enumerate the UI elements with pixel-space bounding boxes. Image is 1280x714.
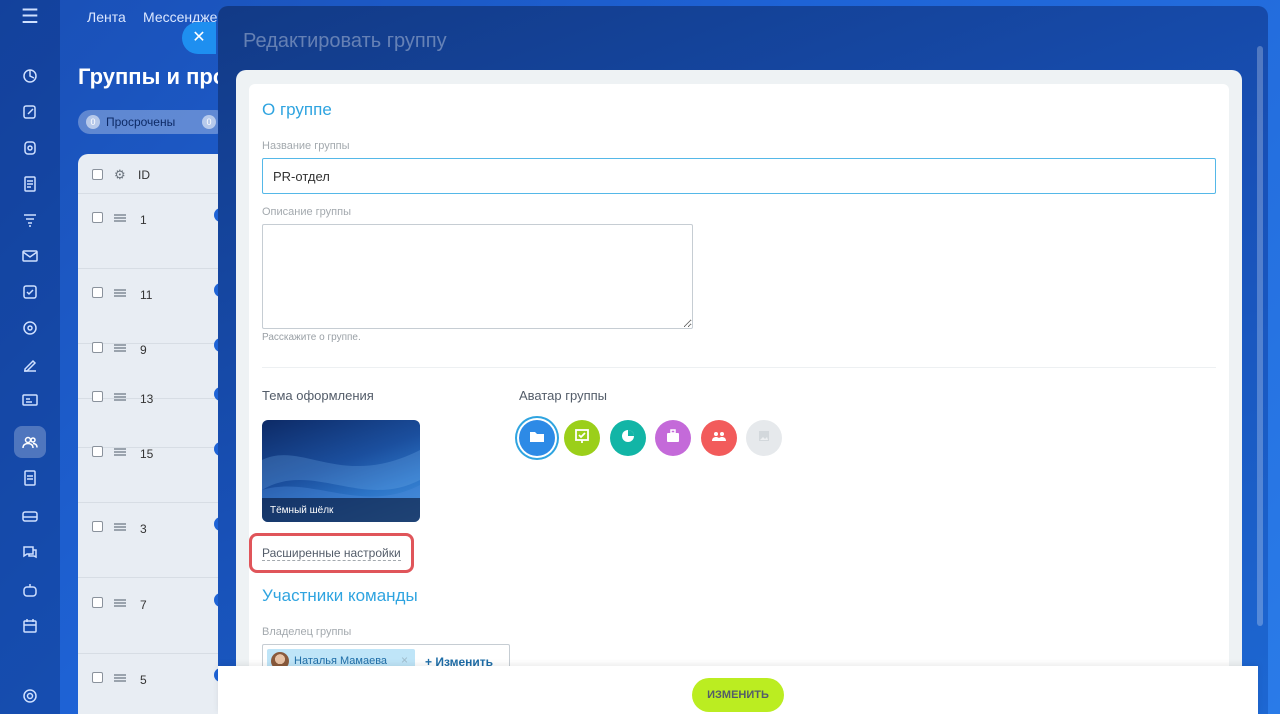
close-slider-button[interactable]: ✕: [182, 22, 216, 54]
row-id: 7: [140, 598, 147, 612]
row-divider: [78, 653, 238, 654]
row-menu-icon[interactable]: [114, 289, 126, 297]
remove-owner-icon[interactable]: ×: [401, 653, 408, 667]
sidebar-item-edit-icon[interactable]: [14, 96, 46, 128]
briefcase-icon: [664, 427, 682, 450]
owner-label: Владелец группы: [262, 626, 352, 638]
group-name-label: Название группы: [262, 140, 350, 152]
people-icon: [710, 427, 728, 450]
row-checkbox[interactable]: [92, 597, 103, 608]
row-divider: [78, 577, 238, 578]
row-id: 3: [140, 522, 147, 536]
hamburger-menu-icon[interactable]: ☰: [18, 7, 42, 27]
row-menu-icon[interactable]: [114, 674, 126, 682]
row-id: 13: [140, 392, 154, 406]
avatar-option-pie[interactable]: [610, 420, 646, 456]
group-description-textarea[interactable]: [262, 224, 693, 329]
pie-chart-icon: [619, 427, 637, 450]
theme-name: Тёмный шёлк: [262, 498, 420, 522]
sidebar-item-card-icon[interactable]: [14, 384, 46, 416]
sidebar-item-robot-icon[interactable]: [14, 574, 46, 606]
sidebar-item-sign-icon[interactable]: [14, 348, 46, 380]
page-title: Группы и про: [78, 64, 227, 89]
avatar-option-board[interactable]: [564, 420, 600, 456]
top-nav-feed[interactable]: Лента: [87, 9, 126, 25]
second-count: 0: [202, 115, 216, 129]
image-icon: [755, 427, 773, 450]
row-divider: [78, 502, 238, 503]
row-menu-icon[interactable]: [114, 523, 126, 531]
slider-scrollbar[interactable]: [1257, 6, 1265, 656]
sidebar-item-drive-icon[interactable]: [14, 132, 46, 164]
table-header: ⚙ ID: [78, 154, 238, 194]
sidebar-item-funnel-icon[interactable]: [14, 204, 46, 236]
sidebar-item-feed-icon[interactable]: [14, 60, 46, 92]
sidebar-settings-icon[interactable]: [14, 680, 46, 712]
row-menu-icon[interactable]: [114, 448, 126, 456]
group-form: О группе Название группы Описание группы…: [249, 84, 1229, 678]
sidebar-item-docs-icon[interactable]: [14, 168, 46, 200]
section-divider: [262, 367, 1216, 368]
sidebar-item-calendar-icon[interactable]: [14, 610, 46, 642]
sidebar-item-chat-icon[interactable]: [14, 536, 46, 568]
theme-label: Тема оформления: [262, 388, 374, 403]
row-checkbox[interactable]: [92, 287, 103, 298]
group-name-input[interactable]: [262, 158, 1216, 194]
avatar-option-folder[interactable]: [519, 420, 555, 456]
form-container: О группе Название группы Описание группы…: [236, 70, 1242, 678]
avatar-option-upload[interactable]: [746, 420, 782, 456]
slider-footer: ИЗМЕНИТЬ: [218, 666, 1258, 714]
about-heading: О группе: [262, 100, 332, 119]
row-divider: [78, 268, 238, 269]
select-all-checkbox[interactable]: [92, 169, 103, 180]
sidebar-item-tasks-icon[interactable]: [14, 276, 46, 308]
sidebar-item-inbox-icon[interactable]: [14, 500, 46, 532]
groups-table: ⚙ ID 1 11 9 13 15 3 7 5: [78, 154, 238, 714]
overdue-label: Просрочены: [106, 115, 176, 129]
row-menu-icon[interactable]: [114, 344, 126, 352]
row-menu-icon[interactable]: [114, 214, 126, 222]
overdue-filter[interactable]: 0 Просрочены 0: [78, 110, 228, 134]
team-heading: Участники команды: [262, 586, 418, 605]
chart-board-icon: [573, 427, 591, 450]
id-column-header[interactable]: ID: [138, 168, 150, 182]
sidebar-item-mail-icon[interactable]: [14, 240, 46, 272]
edit-group-slider: Редактировать группу О группе Название г…: [218, 6, 1268, 714]
row-id: 11: [140, 288, 153, 302]
row-checkbox[interactable]: [92, 391, 103, 402]
slider-title: Редактировать группу: [243, 30, 447, 52]
avatar-label: Аватар группы: [519, 388, 608, 403]
settings-gear-icon[interactable]: ⚙: [114, 167, 126, 183]
row-checkbox[interactable]: [92, 672, 103, 683]
row-id: 1: [140, 213, 147, 227]
row-id: 15: [140, 447, 154, 461]
row-menu-icon[interactable]: [114, 393, 126, 401]
group-description-label: Описание группы: [262, 206, 351, 218]
sidebar-item-list-icon[interactable]: [14, 462, 46, 494]
avatar-option-people[interactable]: [701, 420, 737, 456]
sidebar-item-target-icon[interactable]: [14, 312, 46, 344]
advanced-settings-link[interactable]: Расширенные настройки: [262, 546, 401, 561]
row-id: 9: [140, 343, 147, 357]
folder-icon: [528, 427, 546, 450]
theme-preview[interactable]: Тёмный шёлк: [262, 420, 420, 522]
row-checkbox[interactable]: [92, 521, 103, 532]
row-checkbox[interactable]: [92, 212, 103, 223]
description-hint: Расскажите о группе.: [262, 332, 361, 343]
sidebar-item-groups-icon[interactable]: [14, 426, 46, 458]
save-button[interactable]: ИЗМЕНИТЬ: [692, 678, 784, 712]
overdue-count: 0: [86, 115, 100, 129]
row-checkbox[interactable]: [92, 342, 103, 353]
avatar-option-briefcase[interactable]: [655, 420, 691, 456]
row-checkbox[interactable]: [92, 446, 103, 457]
row-menu-icon[interactable]: [114, 599, 126, 607]
row-id: 5: [140, 673, 147, 687]
left-sidebar: ☰: [0, 0, 60, 714]
